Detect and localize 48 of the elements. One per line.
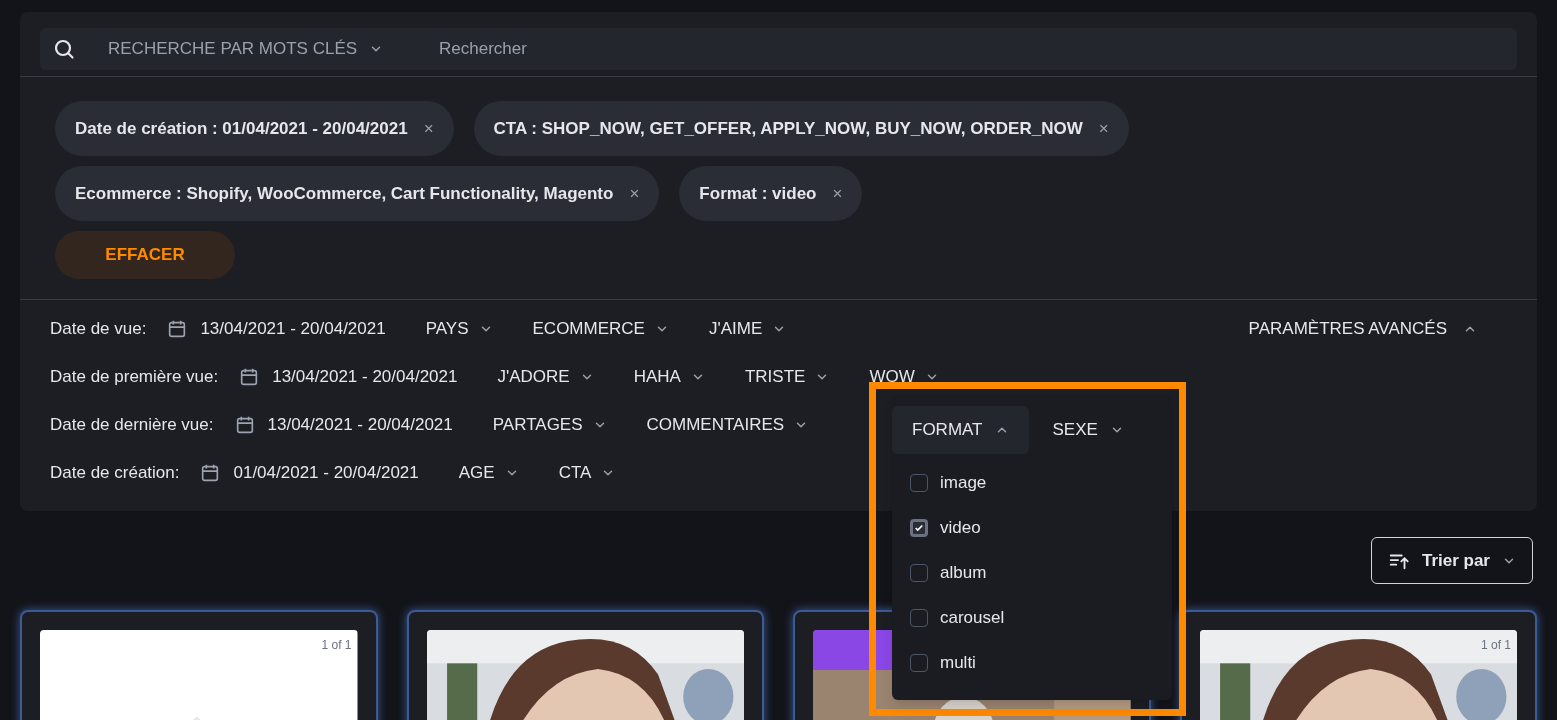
option-label: video (940, 517, 981, 540)
filter-dropdown[interactable]: TRISTE (744, 363, 830, 390)
date-range-picker[interactable]: 13/04/2021 - 20/04/2021 (233, 411, 453, 438)
search-icon (52, 37, 76, 61)
remove-chip-button[interactable]: × (629, 180, 640, 207)
filter-tab[interactable]: SEXE (1032, 406, 1144, 454)
remove-chip-button[interactable]: × (832, 180, 843, 207)
remove-chip-button[interactable]: × (423, 115, 434, 142)
checkbox[interactable] (910, 519, 928, 537)
date-range-picker[interactable]: 13/04/2021 - 20/04/2021 (166, 315, 386, 342)
filter-dropdown[interactable]: PAYS (425, 315, 493, 342)
date-range-picker[interactable]: 13/04/2021 - 20/04/2021 (238, 363, 458, 390)
option-label: album (940, 562, 987, 585)
filter-dropdown[interactable]: J'AIME (708, 315, 787, 342)
filter-tab[interactable]: FORMAT (892, 406, 1029, 454)
advanced-settings-toggle[interactable]: PARAMÈTRES AVANCÉS (1248, 314, 1477, 343)
search-mode-dropdown[interactable]: RECHERCHE PAR MOTS CLÉS (108, 36, 384, 62)
sort-button[interactable]: Trier par (1370, 537, 1533, 584)
checkmark-icon (914, 523, 924, 533)
chip-label: CTA : SHOP_NOW, GET_OFFER, APPLY_NOW, BUY_NOW, ORDER_NOW (493, 117, 1083, 140)
checkbox[interactable] (910, 609, 928, 627)
filter-label: Date de création: (50, 461, 180, 484)
chip-label: Ecommerce : Shopify, WooCommerce, Cart Functionality, Magento (75, 182, 614, 205)
chip-label: Format : video (699, 182, 817, 205)
search-field[interactable]: RECHERCHE PAR MOTS CLÉS Rechercher (40, 28, 1517, 70)
chip-label: Date de création : 01/04/2021 - 20/04/2021 (75, 117, 408, 140)
filter-label: Date de dernière vue: (50, 413, 214, 436)
image-counter: 1 of 1 (321, 637, 352, 654)
checkbox[interactable] (910, 564, 928, 582)
image-counter: 1 of 1 (1480, 637, 1511, 654)
clear-button[interactable]: EFFACER (55, 231, 235, 279)
option-label: image (940, 472, 987, 495)
option-label: carousel (940, 607, 1005, 630)
filter-dropdown[interactable]: WOW (869, 363, 939, 390)
filter-dropdown[interactable]: PARTAGES (492, 411, 607, 438)
filter-dropdown[interactable]: COMMENTAIRES (646, 411, 809, 438)
filter-dropdown[interactable]: J'ADORE (497, 363, 594, 390)
option-label: multi (940, 652, 976, 675)
filter-label: Date de première vue: (50, 365, 219, 388)
filter-dropdown[interactable]: ECOMMERCE (532, 315, 669, 342)
date-range-picker[interactable]: 01/04/2021 - 20/04/2021 (199, 459, 419, 486)
filter-label: Date de vue: (50, 317, 147, 340)
filter-dropdown[interactable]: HAHA (633, 363, 705, 390)
filter-dropdown[interactable]: CTA (558, 459, 616, 486)
filter-dropdown[interactable]: AGE (458, 459, 519, 486)
remove-chip-button[interactable]: × (1098, 115, 1109, 142)
checkbox[interactable] (910, 654, 928, 672)
checkbox[interactable] (910, 474, 928, 492)
